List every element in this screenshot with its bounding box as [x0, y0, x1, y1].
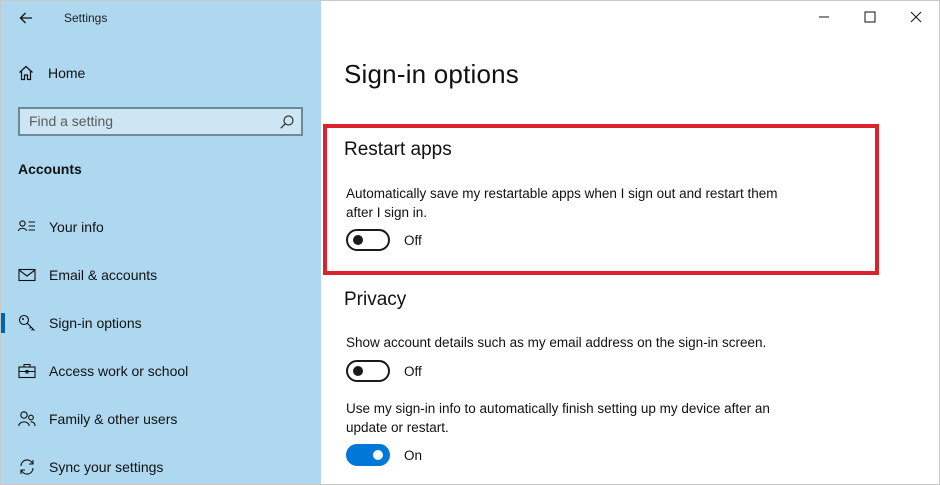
sidebar-item-label: Email & accounts	[49, 267, 158, 283]
section-heading: Accounts	[18, 161, 82, 177]
toggle-state-label: On	[404, 447, 423, 463]
toggle-knob	[373, 450, 383, 460]
account-details-toggle-row: Off	[346, 360, 422, 382]
sidebar-item-label: Access work or school	[49, 363, 189, 379]
briefcase-icon	[18, 362, 36, 380]
sidebar-item-access-work-school[interactable]: Access work or school	[1, 351, 321, 391]
privacy-heading: Privacy	[344, 289, 407, 310]
sidebar-item-sign-in-options[interactable]: Sign-in options	[1, 303, 321, 343]
settings-window: Settings Home Accounts Your	[0, 0, 940, 485]
sidebar-item-label: Your info	[49, 219, 104, 235]
signin-info-description: Use my sign-in info to automatically fin…	[346, 401, 770, 435]
search-box[interactable]	[18, 107, 303, 136]
back-button[interactable]	[13, 5, 39, 31]
back-arrow-icon	[19, 12, 32, 24]
account-details-description: Show account details such as my email ad…	[346, 335, 767, 350]
maximize-button[interactable]	[847, 1, 893, 33]
close-button[interactable]	[893, 1, 939, 33]
sidebar-item-label: Sync your settings	[49, 459, 164, 475]
highlight-box	[323, 124, 879, 275]
maximize-icon	[864, 11, 876, 23]
page-title: Sign-in options	[344, 59, 519, 89]
sidebar: Settings Home Accounts Your	[1, 1, 321, 484]
toggle-knob	[353, 366, 363, 376]
sidebar-item-label: Family & other users	[49, 411, 178, 427]
app-title: Settings	[64, 11, 108, 25]
search-input[interactable]	[29, 113, 269, 129]
key-icon	[18, 314, 36, 332]
search-icon[interactable]	[279, 114, 295, 130]
sidebar-item-label: Sign-in options	[49, 315, 142, 331]
sidebar-item-your-info[interactable]: Your info	[1, 207, 321, 247]
selected-indicator	[1, 313, 5, 333]
mail-icon	[18, 266, 36, 284]
minimize-icon	[819, 16, 829, 18]
sidebar-item-family-other-users[interactable]: Family & other users	[1, 399, 321, 439]
sidebar-item-home[interactable]: Home	[17, 64, 85, 82]
toggle-state-label: Off	[404, 363, 422, 379]
signin-info-toggle-row: On	[346, 444, 422, 466]
account-details-toggle[interactable]	[346, 360, 390, 382]
home-label: Home	[48, 65, 86, 81]
sidebar-item-sync-settings[interactable]: Sync your settings	[1, 447, 321, 484]
person-list-icon	[18, 218, 36, 236]
sidebar-item-email-accounts[interactable]: Email & accounts	[1, 255, 321, 295]
minimize-button[interactable]	[801, 1, 847, 33]
people-icon	[18, 410, 36, 428]
home-icon	[19, 65, 33, 81]
close-icon	[910, 11, 922, 23]
signin-info-toggle[interactable]	[346, 444, 390, 466]
sync-icon	[18, 458, 36, 476]
